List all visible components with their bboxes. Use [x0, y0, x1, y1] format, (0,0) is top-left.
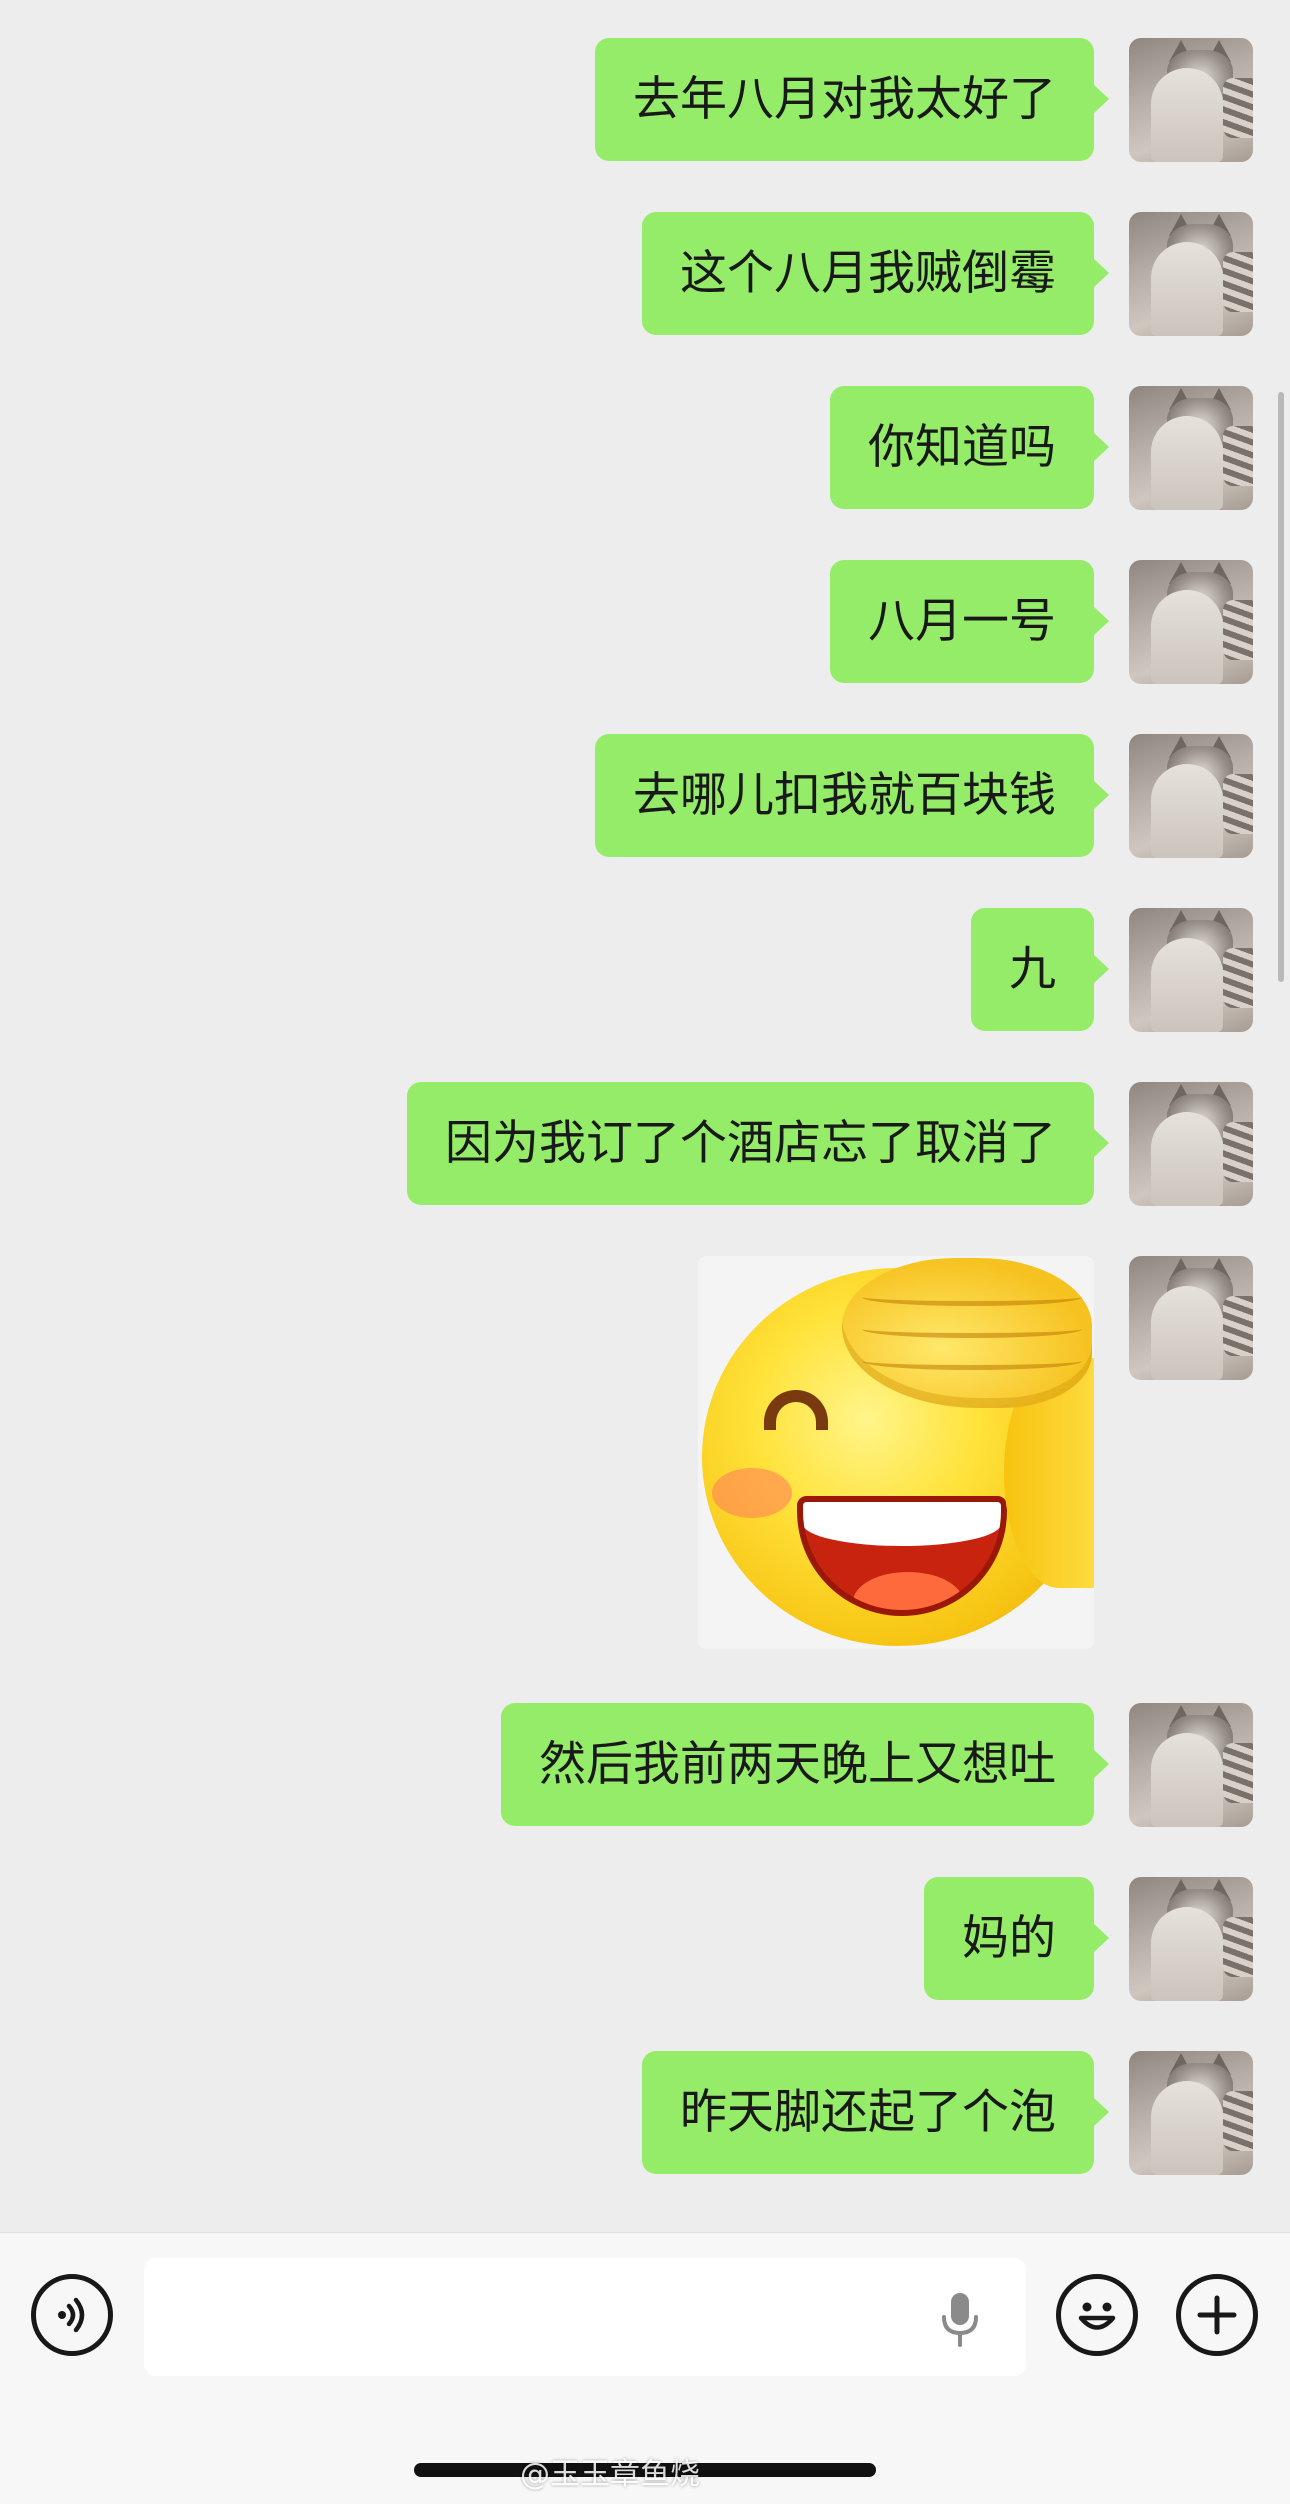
- plus-icon: [1197, 2295, 1237, 2335]
- emoji-face: [702, 1258, 1094, 1646]
- user-avatar[interactable]: [1129, 560, 1253, 684]
- message-bubble[interactable]: 九: [971, 908, 1109, 1031]
- microphone-icon[interactable]: [940, 2291, 980, 2347]
- laughing-mouth: [797, 1496, 1007, 1616]
- user-avatar[interactable]: [1129, 1703, 1253, 1827]
- facepalm-laughing-emoji-sticker[interactable]: [698, 1256, 1094, 1649]
- more-button[interactable]: [1176, 2274, 1258, 2356]
- message-bubble[interactable]: 然后我前两天晚上又想吐: [501, 1703, 1109, 1826]
- blush-shape: [712, 1468, 792, 1518]
- user-avatar[interactable]: [1129, 1082, 1253, 1206]
- user-avatar[interactable]: [1129, 212, 1253, 336]
- emoji-icon: [1078, 2302, 1116, 2330]
- user-avatar[interactable]: [1129, 2051, 1253, 2175]
- voice-input-button[interactable]: [31, 2274, 113, 2356]
- scrollbar[interactable]: [1278, 392, 1284, 982]
- teeth: [803, 1502, 1001, 1546]
- hand-fingers: [842, 1258, 1092, 1408]
- message-input[interactable]: [144, 2258, 1026, 2376]
- user-avatar[interactable]: [1129, 1877, 1253, 2001]
- message-bubble[interactable]: 因为我订了个酒店忘了取消了: [407, 1082, 1109, 1205]
- message-bubble[interactable]: 你知道吗: [830, 386, 1109, 509]
- tongue: [853, 1572, 963, 1610]
- chat-message-list[interactable]: 去年八月对我太好了 这个八月我贼倒霉 你知道吗 八月一号 去哪儿扣我就百块钱 九…: [0, 0, 1290, 2232]
- message-bubble[interactable]: 昨天脚还起了个泡: [642, 2051, 1109, 2174]
- message-bubble[interactable]: 妈的: [924, 1877, 1109, 2000]
- voice-icon: [58, 2297, 85, 2333]
- message-bubble[interactable]: 去年八月对我太好了: [595, 38, 1109, 161]
- message-bubble[interactable]: 八月一号: [830, 560, 1109, 683]
- user-avatar[interactable]: [1129, 38, 1253, 162]
- smiling-eye: [764, 1390, 828, 1430]
- emoji-button[interactable]: [1056, 2274, 1138, 2356]
- user-avatar[interactable]: [1129, 734, 1253, 858]
- message-bubble[interactable]: 这个八月我贼倒霉: [642, 212, 1109, 335]
- user-avatar[interactable]: [1129, 1256, 1253, 1380]
- user-avatar[interactable]: [1129, 908, 1253, 1032]
- watermark-text: @玉玉章鱼烧: [520, 2457, 700, 2492]
- chat-input-bar: @玉玉章鱼烧: [0, 2232, 1290, 2504]
- user-avatar[interactable]: [1129, 386, 1253, 510]
- message-bubble[interactable]: 去哪儿扣我就百块钱: [595, 734, 1109, 857]
